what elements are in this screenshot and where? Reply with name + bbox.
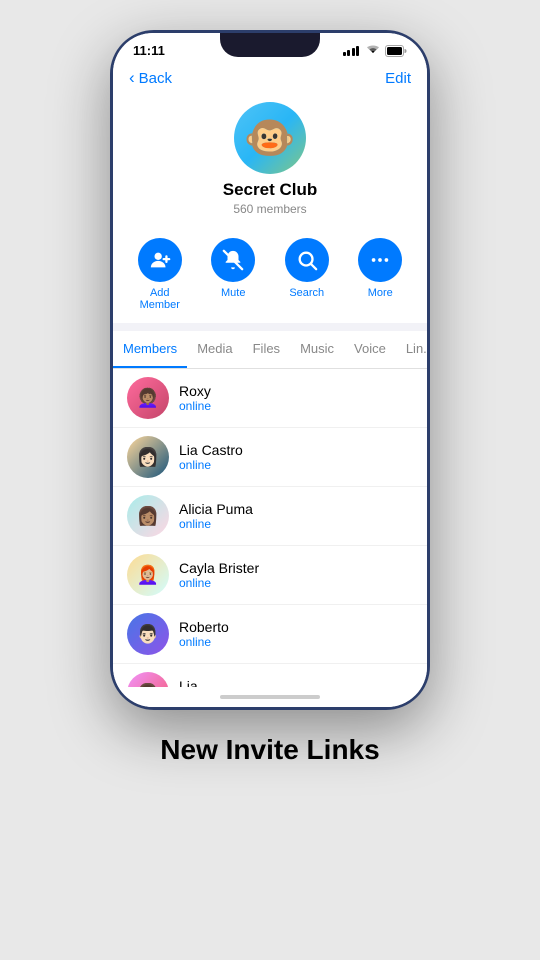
tab-links[interactable]: Lin... (396, 331, 427, 368)
member-name: Lia (179, 678, 413, 687)
member-status: online (179, 399, 413, 413)
member-info: Robertoonline (179, 619, 413, 649)
member-item[interactable]: 👩🏻 Lia Castroonline (113, 428, 427, 487)
tab-files[interactable]: Files (243, 331, 290, 368)
add-member-button[interactable]: Add Member (130, 238, 190, 311)
status-time: 11:11 (133, 43, 165, 58)
tab-media[interactable]: Media (187, 331, 242, 368)
signal-icon (343, 46, 360, 56)
member-status: online (179, 458, 413, 472)
notch (220, 33, 320, 57)
member-info: Alicia Pumaonline (179, 501, 413, 531)
member-status: online (179, 635, 413, 649)
page-title-section: New Invite Links (0, 710, 540, 786)
home-bar (220, 695, 320, 699)
member-name: Cayla Brister (179, 560, 413, 576)
member-item[interactable]: 👩🏽 Liaonline (113, 664, 427, 687)
group-emoji: 🐵 (244, 117, 296, 159)
mute-label: Mute (221, 287, 245, 299)
member-avatar: 👩🏼‍🦰 (127, 554, 169, 596)
member-avatar: 👨🏻 (127, 613, 169, 655)
group-members-count: 560 members (233, 202, 306, 216)
members-list: 👩🏽‍🦱Roxyonline👩🏻Lia Castroonline👩🏽Alicia… (113, 369, 427, 687)
member-info: Roxyonline (179, 383, 413, 413)
back-button[interactable]: ‹ Back (129, 68, 172, 88)
page-title: New Invite Links (20, 734, 520, 766)
group-avatar: 🐵 (234, 102, 306, 174)
back-arrow-icon: ‹ (129, 68, 135, 88)
more-label: More (368, 287, 393, 299)
status-icons (343, 44, 408, 58)
phone-screen: 11:11 (113, 33, 427, 707)
group-info: 🐵 Secret Club 560 members (113, 94, 427, 228)
phone-frame: 11:11 (110, 30, 430, 710)
member-status: online (179, 576, 413, 590)
member-name: Alicia Puma (179, 501, 413, 517)
member-name: Roberto (179, 619, 413, 635)
tabs-bar: Members Media Files Music Voice Lin... (113, 331, 427, 369)
mute-icon (211, 238, 255, 282)
member-info: Lia Castroonline (179, 442, 413, 472)
more-button[interactable]: More (350, 238, 410, 311)
member-info: Cayla Bristeronline (179, 560, 413, 590)
battery-icon (385, 45, 407, 57)
member-name: Roxy (179, 383, 413, 399)
member-item[interactable]: 👨🏻 Robertoonline (113, 605, 427, 664)
search-icon (285, 238, 329, 282)
member-name: Lia Castro (179, 442, 413, 458)
action-buttons: Add Member Mute (113, 228, 427, 323)
tab-voice[interactable]: Voice (344, 331, 396, 368)
tab-music[interactable]: Music (290, 331, 344, 368)
member-avatar: 👩🏽 (127, 495, 169, 537)
mute-button[interactable]: Mute (203, 238, 263, 311)
member-item[interactable]: 👩🏼‍🦰 Cayla Bristeronline (113, 546, 427, 605)
home-indicator (113, 687, 427, 707)
tab-members[interactable]: Members (113, 331, 187, 368)
wifi-icon (366, 44, 380, 58)
section-divider (113, 323, 427, 331)
group-name: Secret Club (223, 180, 317, 200)
edit-button[interactable]: Edit (385, 70, 411, 87)
member-avatar: 👩🏽‍🦱 (127, 377, 169, 419)
member-item[interactable]: 👩🏽‍🦱 Roxyonline (113, 369, 427, 428)
member-info: Liaonline (179, 678, 413, 687)
member-avatar: 👩🏻 (127, 436, 169, 478)
more-icon (358, 238, 402, 282)
member-status: online (179, 517, 413, 531)
nav-bar: ‹ Back Edit (113, 62, 427, 94)
page-wrapper: 11:11 (0, 0, 540, 960)
add-member-icon (138, 238, 182, 282)
back-label: Back (139, 70, 172, 87)
search-label: Search (289, 287, 324, 299)
add-member-label: Add Member (130, 287, 190, 311)
member-item[interactable]: 👩🏽 Alicia Pumaonline (113, 487, 427, 546)
member-avatar: 👩🏽 (127, 672, 169, 687)
search-button[interactable]: Search (277, 238, 337, 311)
